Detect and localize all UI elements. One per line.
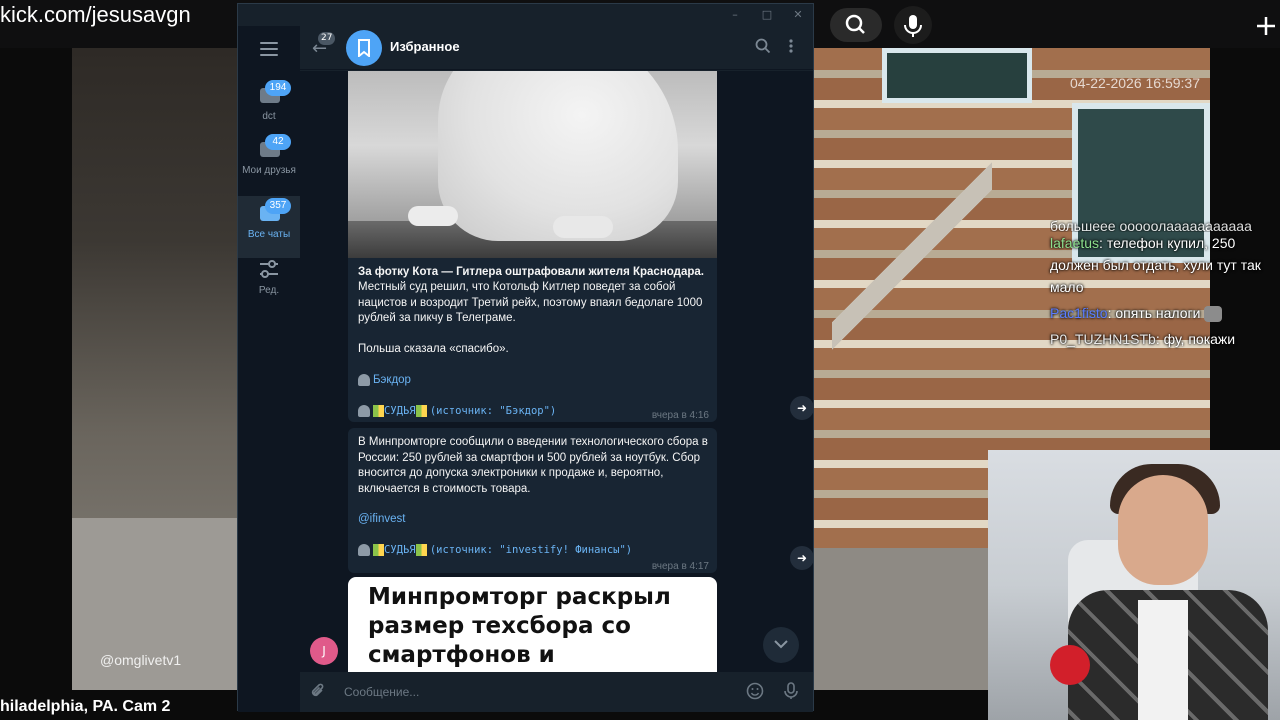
badge-emoji-icon [415, 543, 427, 556]
chat-message: P0_TUZHN1STb: фу, покажи [1050, 328, 1278, 350]
chat-message: lafaetus: телефон купил, 250 должен был … [1050, 232, 1278, 298]
maximize-button[interactable]: □ [758, 6, 776, 24]
minimize-button[interactable]: – [726, 6, 744, 24]
streamer-webcam [988, 450, 1280, 720]
chat-username[interactable]: P0_TUZHN1STb [1050, 331, 1156, 347]
emoji-icon[interactable] [746, 682, 764, 704]
folder-label: Все чаты [247, 229, 291, 240]
person-icon [358, 404, 370, 417]
close-button[interactable]: ✕ [789, 6, 807, 24]
menu-icon[interactable] [260, 42, 278, 56]
message-photo[interactable] [348, 71, 717, 258]
create-button[interactable] [1250, 8, 1280, 42]
screen: kick.com/jesusavgn 04-22-2026 16:59:37 @… [0, 0, 1280, 720]
paperclip-icon[interactable] [310, 682, 326, 704]
stream-timestamp: 04-22-2026 16:59:37 [1070, 75, 1200, 91]
message-link-row: Бэкдор [358, 373, 708, 389]
plus-icon [1257, 17, 1275, 35]
microphone-icon [904, 15, 922, 37]
chat-title[interactable]: Избранное [390, 39, 460, 54]
message-link: @ifinvest [358, 513, 406, 525]
badge-emoji-icon [415, 404, 427, 417]
window-titlebar: – □ ✕ [238, 4, 813, 26]
person-icon [358, 543, 370, 556]
folders-sidebar: 194 dct 42 Мои друзья 357 Все чаты Ред. [238, 26, 300, 712]
unread-badge: 194 [265, 80, 291, 96]
message-input[interactable] [344, 682, 704, 702]
url-text[interactable]: kick.com/jesusavgn [0, 2, 191, 28]
chat-text: : фу, покажи [1155, 331, 1236, 347]
chat-username[interactable]: lafaetus [1050, 235, 1099, 251]
back-unread-badge: 27 [318, 32, 336, 45]
badge-emoji-icon [373, 404, 384, 417]
message-signature: СУДЬЯ (источник: "investify! Финансы") [358, 543, 688, 559]
folder-label: dct [262, 111, 276, 122]
forward-icon[interactable]: ➜ [790, 396, 813, 420]
message-signature: СУДЬЯ (источник: "Бэкдор") [358, 404, 638, 420]
microphone-icon [1050, 645, 1090, 685]
folder-my-friends[interactable]: 42 Мои друзья [238, 132, 300, 194]
sliders-icon [260, 260, 278, 278]
bookmark-icon [358, 39, 370, 57]
folder-all-chats[interactable]: 357 Все чаты [238, 196, 300, 258]
message-time: вчера в 4:16 [651, 410, 709, 421]
badge-emoji-icon [373, 543, 384, 556]
unread-badge: 357 [265, 198, 291, 214]
emote-icon [1204, 306, 1223, 323]
chat-overlay: большеее ооооолааааааааааа lafaetus: тел… [1050, 220, 1278, 354]
message-time: вчера в 4:17 [651, 561, 709, 572]
message-link[interactable]: Бэкдор [373, 374, 411, 386]
chat-message: Pac1fisto: опять налоги [1050, 302, 1278, 324]
message-extra: Польша сказала «спасибо». [358, 343, 509, 355]
chat-header: ← 27 Избранное [300, 26, 813, 70]
messages-area[interactable]: За фотку Кота — Гитлера оштрафовали жите… [300, 71, 813, 672]
message-title: За фотку Кота — Гитлера оштрафовали жите… [358, 266, 704, 278]
folder-edit[interactable]: Ред. [238, 252, 300, 314]
chat-text: : опять налоги [1107, 305, 1201, 321]
search-icon[interactable] [755, 38, 771, 58]
message-image-card[interactable]: Минпромторг раскрыл размер техсбора со с… [348, 577, 717, 672]
telegram-window: – □ ✕ 194 dct 42 Мои друзья 357 Все чаты [237, 3, 814, 712]
chat-username[interactable]: Pac1fisto [1050, 305, 1108, 321]
more-options-icon[interactable] [788, 38, 794, 58]
message-bubble[interactable]: За фотку Кота — Гитлера оштрафовали жите… [348, 258, 717, 422]
search-button[interactable] [830, 8, 882, 42]
stream-watermark: @omglivetv1 [100, 652, 182, 668]
scroll-down-button[interactable] [763, 627, 799, 663]
user-avatar[interactable]: J [310, 637, 338, 665]
tv-icon [358, 373, 370, 386]
message-body: В Минпромторге сообщили о введении техно… [358, 436, 708, 495]
voice-search-button[interactable] [894, 6, 932, 44]
message-bubble[interactable]: В Минпромторге сообщили о введении техно… [348, 428, 717, 573]
saved-messages-avatar[interactable] [346, 30, 382, 66]
forward-icon[interactable]: ➜ [790, 546, 813, 570]
chevron-down-icon [774, 640, 788, 649]
chat-cutoff-line: большеее ооооолааааааааааа [1050, 220, 1252, 232]
search-icon [845, 14, 865, 34]
folder-label: Ред. [258, 285, 280, 296]
folder-dct[interactable]: 194 dct [238, 78, 300, 140]
microphone-icon[interactable] [784, 682, 798, 704]
stream-caption: hiladelphia, PA. Cam 2 [0, 698, 171, 715]
message-body: Местный суд решил, что Котольф Китлер по… [358, 281, 703, 324]
folder-label: Мои друзья [242, 165, 296, 176]
message-composer [300, 672, 813, 712]
unread-badge: 42 [265, 134, 291, 150]
